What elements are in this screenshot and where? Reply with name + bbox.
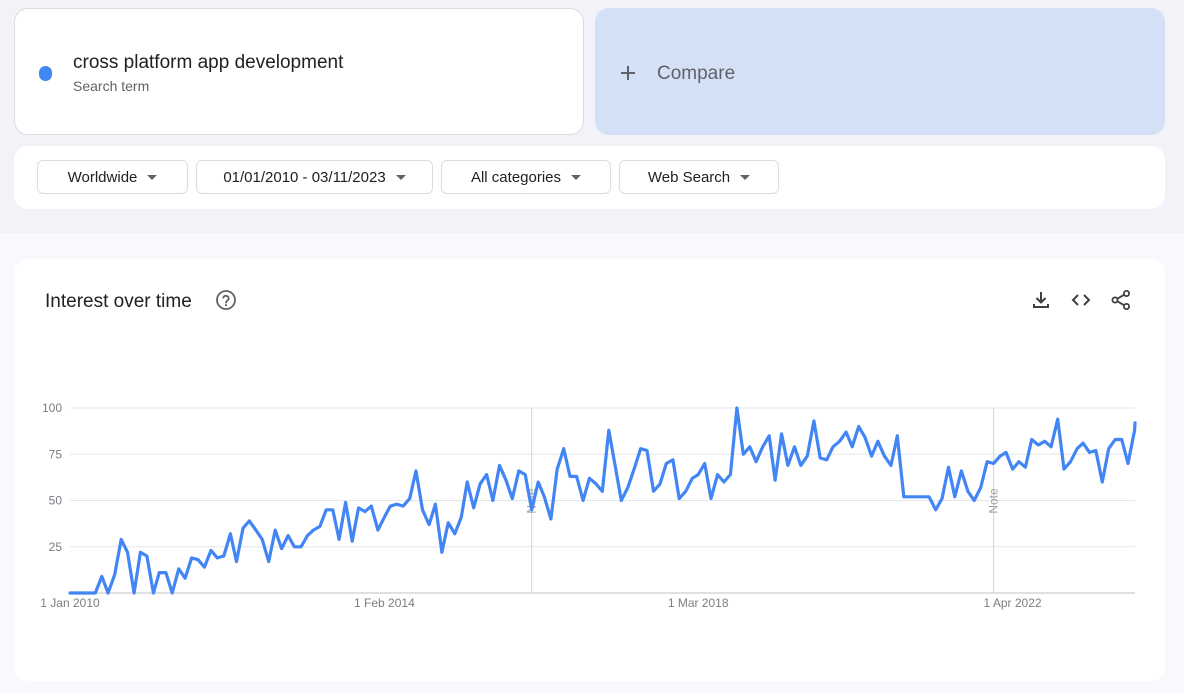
search-term-sublabel: Search term	[73, 78, 150, 94]
y-tick-label: 100	[42, 401, 62, 415]
dropdown-caret-icon	[740, 175, 751, 180]
compare-label: Compare	[657, 63, 736, 84]
term-color-dot	[39, 66, 52, 81]
search-term-name[interactable]: cross platform app development	[73, 52, 343, 74]
date-range-value: 01/01/2010 - 03/11/2023	[223, 168, 386, 186]
x-tick-label: 1 Apr 2022	[984, 596, 1042, 610]
x-tick-label: 1 Mar 2018	[668, 596, 729, 610]
interest-over-time-panel: Interest over time 25 50 75 100 1 Jan 2010 1 …	[14, 259, 1165, 681]
search-type-dropdown[interactable]: Web Search	[619, 160, 779, 194]
y-tick-label: 25	[49, 540, 63, 554]
category-dropdown[interactable]: All categories	[441, 160, 611, 194]
dropdown-caret-icon	[147, 175, 158, 180]
y-tick-label: 75	[49, 447, 63, 461]
filter-bar: Worldwide 01/01/2010 - 03/11/2023 All ca…	[14, 146, 1165, 209]
plus-icon	[619, 58, 637, 88]
date-range-dropdown[interactable]: 01/01/2010 - 03/11/2023	[196, 160, 433, 194]
search-term-card[interactable]: cross platform app development Search te…	[14, 8, 584, 135]
x-tick-label: 1 Feb 2014	[354, 596, 415, 610]
interest-line-chart: 25 50 75 100 1 Jan 2010 1 Feb 2014 1 Mar 2018 1…	[40, 401, 1137, 610]
note-label: Note	[987, 488, 1001, 514]
dropdown-caret-icon	[395, 175, 406, 180]
y-tick-label: 50	[49, 494, 63, 508]
region-dropdown[interactable]: Worldwide	[37, 160, 188, 194]
category-value: All categories	[470, 168, 562, 186]
region-value: Worldwide	[67, 168, 138, 186]
search-type-value: Web Search	[647, 168, 731, 186]
dropdown-caret-icon	[571, 175, 582, 180]
x-tick-label: 1 Jan 2010	[40, 596, 100, 610]
compare-button[interactable]: Compare	[595, 8, 1165, 135]
